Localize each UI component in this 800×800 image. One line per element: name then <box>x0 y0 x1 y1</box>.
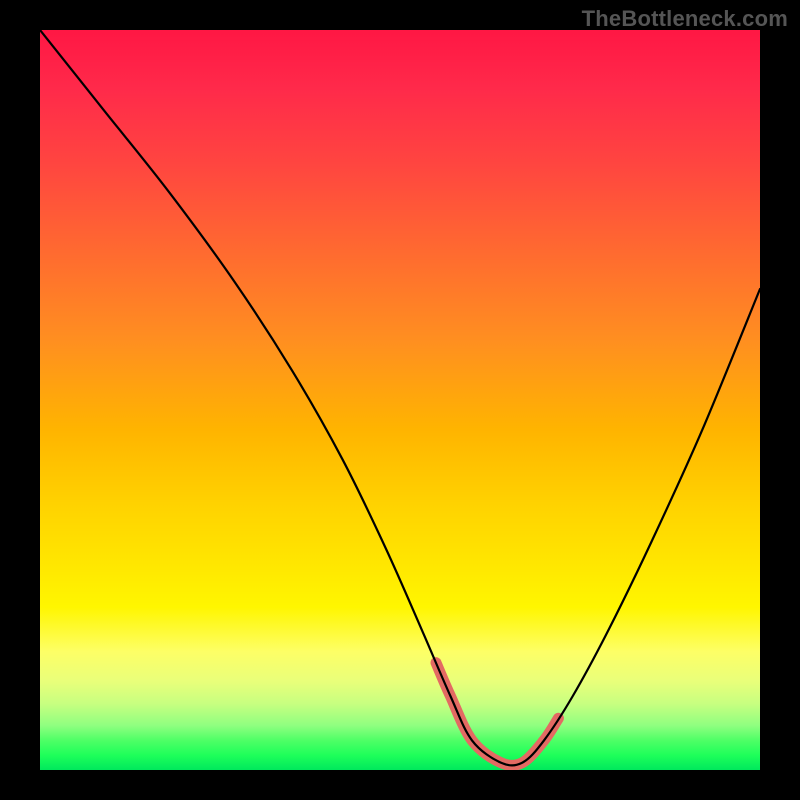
curve-svg <box>40 30 760 770</box>
bottleneck-curve-line <box>40 30 760 765</box>
chart-frame: TheBottleneck.com <box>0 0 800 800</box>
plot-area <box>40 30 760 770</box>
watermark-text: TheBottleneck.com <box>582 6 788 32</box>
highlight-segment <box>436 663 558 766</box>
